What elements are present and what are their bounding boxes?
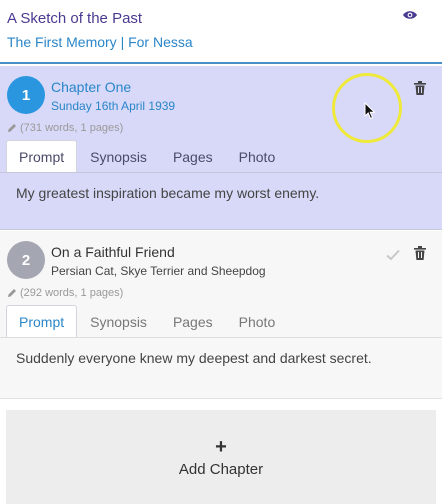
mouse-pointer-icon [364, 102, 376, 120]
tab-synopsis[interactable]: Synopsis [77, 305, 160, 337]
pencil-icon[interactable] [7, 123, 17, 133]
book-subtitle: The First Memory | For Nessa [7, 34, 193, 50]
chapter-subtitle: Sunday 16th April 1939 [51, 99, 176, 113]
trash-icon[interactable] [414, 246, 426, 260]
tab-pages[interactable]: Pages [160, 305, 226, 337]
plus-icon: + [215, 435, 227, 458]
tab-synopsis[interactable]: Synopsis [77, 140, 160, 172]
chapter-stats: (731 words, 1 pages) [7, 122, 123, 134]
book-header: A Sketch of the Past The First Memory | … [0, 0, 442, 64]
chapter-stats: (292 words, 1 pages) [7, 287, 123, 299]
book-title: A Sketch of the Past [7, 10, 143, 27]
eye-icon[interactable] [402, 8, 418, 22]
word-count: (292 words, 1 pages) [20, 287, 124, 299]
chapter-title[interactable]: On a Faithful Friend [51, 244, 175, 260]
prompt-text: My greatest inspiration became my worst … [16, 185, 320, 201]
word-count: (731 words, 1 pages) [20, 122, 124, 134]
tab-photo[interactable]: Photo [226, 140, 289, 172]
add-chapter-label: Add Chapter [178, 460, 264, 478]
check-icon[interactable] [386, 249, 400, 261]
chapter-number-badge: 2 [7, 241, 45, 279]
trash-icon[interactable] [414, 81, 426, 95]
chapter-number-badge: 1 [7, 76, 45, 114]
tabs-divider [0, 337, 442, 338]
tab-prompt[interactable]: Prompt [6, 305, 78, 337]
prompt-text: Suddenly everyone knew my deepest and da… [16, 350, 372, 366]
chapter-card-2[interactable]: 2 On a Faithful Friend Persian Cat, Skye… [0, 231, 442, 399]
chapter-title[interactable]: Chapter One [51, 79, 131, 95]
add-chapter-button[interactable]: + Add Chapter [6, 410, 436, 504]
tab-pages[interactable]: Pages [160, 140, 226, 172]
tab-photo[interactable]: Photo [226, 305, 289, 337]
chapter-tabs: Prompt Synopsis Pages Photo [6, 305, 288, 337]
tab-prompt[interactable]: Prompt [6, 140, 78, 172]
chapter-tabs: Prompt Synopsis Pages Photo [6, 140, 288, 172]
chapter-subtitle: Persian Cat, Skye Terrier and Sheepdog [51, 264, 266, 278]
tabs-divider [0, 172, 442, 173]
pencil-icon[interactable] [7, 288, 17, 298]
